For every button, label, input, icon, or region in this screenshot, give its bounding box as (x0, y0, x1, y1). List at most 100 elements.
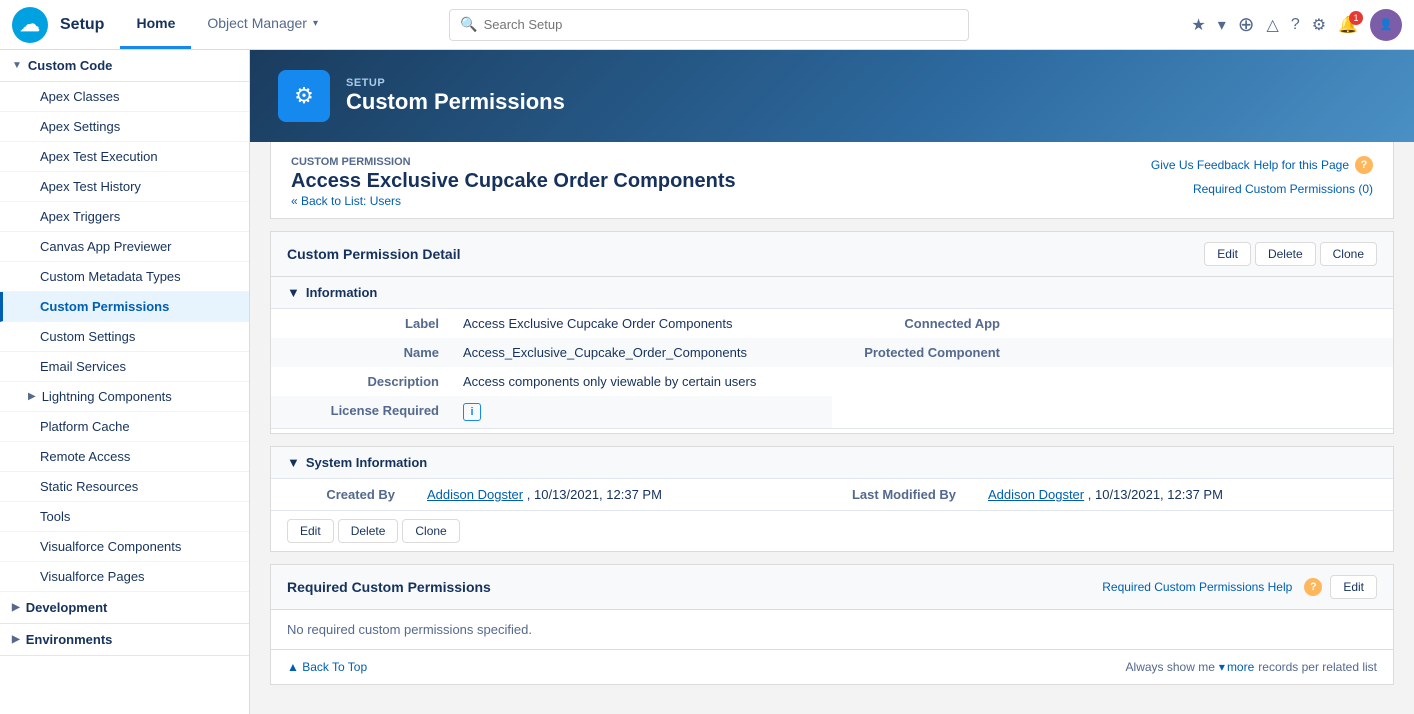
search-input[interactable] (484, 17, 959, 32)
top-nav-actions: ★ ▾ ⊕ △ ? ⚙ 🔔 1 👤 (1191, 9, 1402, 41)
expand-arrow-icon: ▼ (12, 60, 22, 71)
header-text: SETUP Custom Permissions (346, 77, 565, 115)
connected-app-row: Connected App (832, 309, 1393, 338)
created-date: , 10/13/2021, 12:37 PM (527, 487, 662, 502)
env-expand-icon: ▶ (12, 634, 20, 645)
page-header: ⚙ SETUP Custom Permissions (250, 50, 1414, 142)
system-info-left: Created By Addison Dogster , 10/13/2021,… (271, 479, 832, 510)
avatar[interactable]: 👤 (1370, 9, 1402, 41)
trailhead-icon[interactable]: △ (1267, 15, 1279, 35)
label-row: Label Access Exclusive Cupcake Order Com… (271, 309, 832, 338)
record-header: Custom Permission Access Exclusive Cupca… (270, 142, 1394, 219)
sidebar-item-apex-test-history[interactable]: Apex Test History (0, 172, 249, 202)
license-info-icon[interactable]: i (463, 403, 481, 421)
sidebar-item-canvas-app-previewer[interactable]: Canvas App Previewer (0, 232, 249, 262)
sidebar-section-environments[interactable]: ▶ Environments (0, 624, 249, 656)
top-nav: ☁ Setup Home Object Manager ▾ 🔍 ★ ▾ ⊕ △ … (0, 0, 1414, 50)
back-to-list-link[interactable]: « Back to List: Users (291, 194, 401, 208)
info-right-col: Connected App Protected Component (832, 309, 1393, 428)
bell-icon[interactable]: 🔔 1 (1338, 15, 1358, 35)
sidebar-item-lightning-components[interactable]: ▶ Lightning Components (0, 382, 249, 412)
more-label: more (1227, 660, 1254, 674)
info-arrow-icon: ▼ (287, 285, 300, 300)
dev-section-label: Development (26, 600, 108, 615)
page-help-icon[interactable]: ? (1355, 156, 1373, 174)
sidebar-item-apex-settings[interactable]: Apex Settings (0, 112, 249, 142)
info-table-right: Connected App Protected Component (832, 309, 1393, 367)
chevron-dropdown-icon[interactable]: ▾ (1218, 15, 1226, 35)
name-field-value: Access_Exclusive_Cupcake_Order_Component… (451, 338, 832, 367)
add-icon[interactable]: ⊕ (1238, 12, 1255, 37)
help-for-page-link[interactable]: Help for this Page (1254, 158, 1349, 172)
sidebar-item-email-services[interactable]: Email Services (0, 352, 249, 382)
system-info-table-right: Last Modified By Addison Dogster , 10/13… (832, 479, 1393, 510)
gear-icon[interactable]: ⚙ (1312, 15, 1326, 35)
salesforce-logo[interactable]: ☁ (12, 7, 48, 43)
last-modified-value: Addison Dogster , 10/13/2021, 12:37 PM (972, 479, 1393, 510)
sidebar-item-apex-triggers[interactable]: Apex Triggers (0, 202, 249, 232)
notification-badge: 1 (1349, 11, 1363, 25)
sidebar-item-apex-classes[interactable]: Apex Classes (0, 82, 249, 112)
back-to-top-link[interactable]: ▲ Back To Top (287, 660, 367, 674)
edit-button-sys[interactable]: Edit (287, 519, 334, 543)
tab-object-manager[interactable]: Object Manager ▾ (191, 0, 334, 49)
sidebar-item-tools[interactable]: Tools (0, 502, 249, 532)
required-permissions-title: Required Custom Permissions (287, 579, 491, 595)
description-field-value: Access components only viewable by certa… (451, 367, 832, 396)
always-show-text: Always show me ▾ more records per relate… (1126, 660, 1377, 674)
info-left-col: Label Access Exclusive Cupcake Order Com… (271, 309, 832, 428)
required-permissions-header: Required Custom Permissions Required Cus… (271, 565, 1393, 610)
sidebar-item-apex-test-execution[interactable]: Apex Test Execution (0, 142, 249, 172)
clone-button-top[interactable]: Clone (1320, 242, 1377, 266)
sidebar-item-remote-access[interactable]: Remote Access (0, 442, 249, 472)
system-info-section: ▼ System Information Created By Addison … (270, 446, 1394, 552)
clone-button-sys[interactable]: Clone (402, 519, 459, 543)
sidebar-item-visualforce-pages[interactable]: Visualforce Pages (0, 562, 249, 592)
delete-button-top[interactable]: Delete (1255, 242, 1316, 266)
created-by-link[interactable]: Addison Dogster (427, 487, 523, 502)
record-title-row: Custom Permission Access Exclusive Cupca… (291, 156, 1373, 208)
system-info-table-left: Created By Addison Dogster , 10/13/2021,… (271, 479, 832, 510)
created-by-row: Created By Addison Dogster , 10/13/2021,… (271, 479, 832, 510)
name-row: Name Access_Exclusive_Cupcake_Order_Comp… (271, 338, 832, 367)
page-title: Custom Permissions (346, 89, 565, 115)
tab-object-manager-label: Object Manager (207, 15, 307, 31)
lightning-expand-icon: ▶ (28, 391, 36, 402)
sidebar-item-custom-metadata-types[interactable]: Custom Metadata Types (0, 262, 249, 292)
required-custom-permissions-link[interactable]: Required Custom Permissions (0) (1193, 182, 1373, 196)
sidebar: ▼ Custom Code Apex Classes Apex Settings… (0, 50, 250, 714)
permission-detail-section: Custom Permission Detail Edit Delete Clo… (270, 231, 1394, 434)
star-icon[interactable]: ★ (1191, 15, 1205, 35)
sidebar-section-development[interactable]: ▶ Development (0, 592, 249, 624)
tab-home[interactable]: Home (120, 0, 191, 49)
edit-button-top[interactable]: Edit (1204, 242, 1251, 266)
system-info-right: Last Modified By Addison Dogster , 10/13… (832, 479, 1393, 510)
sidebar-item-static-resources[interactable]: Static Resources (0, 472, 249, 502)
sidebar-item-visualforce-components[interactable]: Visualforce Components (0, 532, 249, 562)
sidebar-item-custom-settings[interactable]: Custom Settings (0, 322, 249, 352)
required-permissions-help-link[interactable]: Required Custom Permissions Help (1102, 580, 1292, 594)
always-show-label: Always show me (1126, 660, 1215, 674)
feedback-link[interactable]: Give Us Feedback (1151, 158, 1250, 172)
last-modified-link[interactable]: Addison Dogster (988, 487, 1084, 502)
more-arrow-icon: ▾ (1219, 660, 1225, 674)
required-permissions-actions: Required Custom Permissions Help ? Edit (1102, 575, 1377, 599)
required-permissions-help-icon[interactable]: ? (1304, 578, 1322, 596)
label-field-label: Label (271, 309, 451, 338)
license-field-label: License Required (271, 396, 451, 428)
delete-button-sys[interactable]: Delete (338, 519, 399, 543)
sidebar-item-custom-permissions[interactable]: Custom Permissions (0, 292, 249, 322)
no-required-permissions-msg: No required custom permissions specified… (271, 610, 1393, 649)
sidebar-item-platform-cache[interactable]: Platform Cache (0, 412, 249, 442)
help-icon[interactable]: ? (1291, 16, 1300, 34)
required-permissions-edit-button[interactable]: Edit (1330, 575, 1377, 599)
more-link[interactable]: ▾ more (1219, 660, 1254, 674)
feedback-help-row: Give Us Feedback Help for this Page ? (1151, 156, 1373, 174)
sidebar-section-custom-code[interactable]: ▼ Custom Code (0, 50, 249, 82)
info-fields-grid: Label Access Exclusive Cupcake Order Com… (271, 309, 1393, 429)
header-icon-box: ⚙ (278, 70, 330, 122)
tab-home-label: Home (136, 15, 175, 31)
information-section-header: ▼ Information (271, 277, 1393, 309)
description-row: Description Access components only viewa… (271, 367, 832, 396)
system-info-grid: Created By Addison Dogster , 10/13/2021,… (271, 479, 1393, 511)
